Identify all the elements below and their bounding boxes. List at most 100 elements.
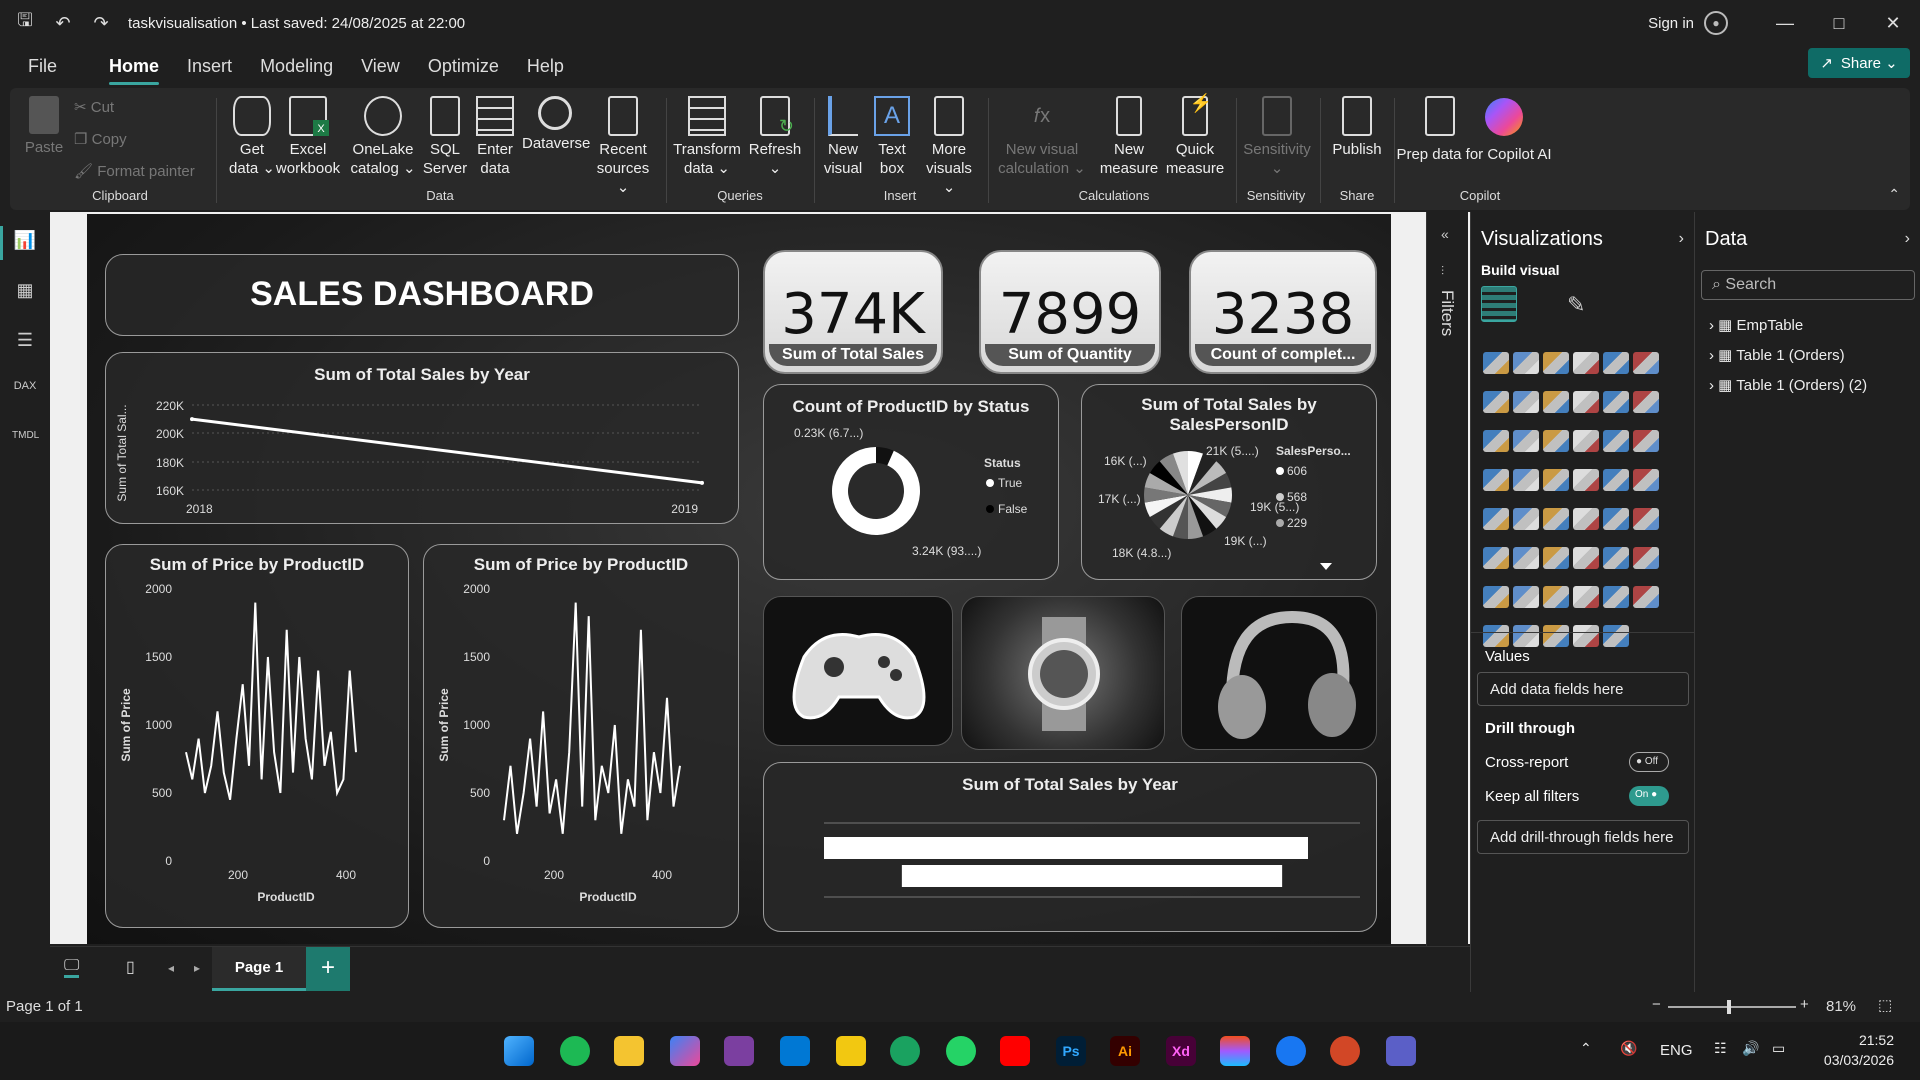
tmdl-view-icon[interactable]: TMDL [12, 430, 39, 456]
visual-type-icon[interactable] [1573, 586, 1599, 608]
visual-type-icon[interactable] [1483, 586, 1509, 608]
menu-insert[interactable]: Insert [187, 50, 232, 83]
user-icon[interactable]: ● [1704, 11, 1728, 35]
build-visual-icon[interactable] [1481, 286, 1517, 322]
menu-modeling[interactable]: Modeling [260, 50, 333, 83]
visual-type-icon[interactable] [1513, 391, 1539, 413]
visual-type-icon[interactable] [1513, 625, 1539, 647]
collapse-pane-icon[interactable]: › [1679, 230, 1684, 248]
dax-view-icon[interactable]: DAX [12, 380, 38, 406]
visual-type-icon[interactable] [1543, 508, 1569, 530]
mic-muted-icon[interactable]: 🔇 [1620, 1040, 1637, 1057]
visual-type-icon[interactable] [1483, 547, 1509, 569]
enter-data-button[interactable]: Enter data [472, 96, 518, 178]
keep-filters-toggle[interactable]: On ● [1629, 786, 1669, 806]
visual-type-icon[interactable] [1513, 469, 1539, 491]
teams-icon[interactable] [1386, 1036, 1416, 1066]
xd-icon[interactable]: Xd [1166, 1036, 1196, 1066]
visual-type-icon[interactable] [1483, 508, 1509, 530]
visual-type-icon[interactable] [1513, 547, 1539, 569]
menu-home[interactable]: Home [109, 50, 160, 85]
volume-icon[interactable]: 🔊 [1742, 1040, 1759, 1057]
kpi-card[interactable]: 374K Sum of Total Sales [763, 250, 943, 374]
visual-type-icon[interactable] [1513, 430, 1539, 452]
next-page-icon[interactable]: ▸ [194, 961, 200, 975]
transform-data-button[interactable]: Transform data ⌄ [672, 96, 742, 178]
status-donut-card[interactable]: Count of ProductID by Status 0.23K (6.7.… [763, 384, 1059, 580]
visual-type-icon[interactable] [1513, 508, 1539, 530]
figma-icon[interactable] [1220, 1036, 1250, 1066]
file-explorer-icon[interactable] [614, 1036, 644, 1066]
prep-data-copilot-button[interactable]: Prep data for Copilot AI [1394, 96, 1554, 164]
window-title[interactable]: taskvisualisation • Last saved: 24/08/20… [128, 15, 465, 32]
visual-type-icon[interactable] [1603, 547, 1629, 569]
salesperson-pie-card[interactable]: Sum of Total Sales by SalesPersonID 16K … [1081, 384, 1377, 580]
paste-button[interactable]: Paste [24, 96, 64, 157]
add-page-button[interactable]: + [306, 947, 350, 991]
prev-page-icon[interactable]: ◂ [168, 961, 174, 975]
search-input[interactable]: ⌕ Search [1701, 270, 1915, 300]
new-visual-calculation-button[interactable]: 𝑓x New visual calculation ⌄ [994, 96, 1090, 178]
visual-type-icon[interactable] [1483, 352, 1509, 374]
power-bi-icon[interactable] [836, 1036, 866, 1066]
spotify-icon[interactable] [560, 1036, 590, 1066]
format-visual-icon[interactable]: ✎ [1567, 292, 1585, 318]
visual-type-icon[interactable] [1633, 352, 1659, 374]
clock-date[interactable]: 03/03/2026 [1808, 1052, 1894, 1068]
quick-measure-button[interactable]: ⚡ Quick measure [1162, 94, 1228, 178]
start-icon[interactable] [504, 1036, 534, 1066]
model-view-icon[interactable]: ☰ [12, 330, 38, 356]
zoom-out-icon[interactable]: − [1652, 996, 1661, 1013]
table-view-icon[interactable]: ▦ [12, 280, 38, 306]
battery-icon[interactable]: ▭ [1772, 1040, 1785, 1057]
add-data-fields-well[interactable]: Add data fields here [1477, 672, 1689, 706]
photoshop-icon[interactable]: Ps [1056, 1036, 1086, 1066]
sql-server-button[interactable]: SQL Server [422, 96, 468, 178]
desktop-layout-icon[interactable]: 🖵 [64, 957, 80, 978]
zoom-in-icon[interactable]: + [1800, 996, 1809, 1013]
visual-type-icon[interactable] [1543, 430, 1569, 452]
save-icon[interactable]: 🖫 [12, 10, 38, 36]
cross-report-toggle[interactable]: ● Off [1629, 752, 1669, 772]
price-chart-card[interactable]: Sum of Price by ProductID 2000 1500 1000… [105, 544, 409, 928]
mobile-layout-icon[interactable]: ▯ [126, 957, 135, 977]
whatsapp-icon[interactable] [946, 1036, 976, 1066]
menu-view[interactable]: View [361, 50, 400, 83]
kpi-card[interactable]: 7899 Sum of Quantity [979, 250, 1161, 374]
visual-type-icon[interactable] [1483, 469, 1509, 491]
visual-type-icon[interactable] [1483, 391, 1509, 413]
new-measure-button[interactable]: New measure [1092, 96, 1166, 178]
report-view-icon[interactable]: 📊 [12, 230, 38, 256]
new-visual-button[interactable]: New visual [820, 96, 866, 178]
visual-type-icon[interactable] [1483, 430, 1509, 452]
visual-type-icon[interactable] [1543, 469, 1569, 491]
visual-type-icon[interactable] [1603, 625, 1629, 647]
sign-in-link[interactable]: Sign in [1648, 15, 1694, 32]
vscode-icon[interactable] [780, 1036, 810, 1066]
visual-type-icon[interactable] [1513, 586, 1539, 608]
visual-type-icon[interactable] [1633, 469, 1659, 491]
visual-type-icon[interactable] [1543, 625, 1569, 647]
chevron-up-icon[interactable]: ⌃ [1580, 1040, 1592, 1057]
visual-type-icon[interactable] [1633, 391, 1659, 413]
wifi-icon[interactable]: ☷ [1714, 1040, 1727, 1057]
filters-pane[interactable]: « ⫶ Filters [1426, 212, 1468, 946]
visual-type-icon[interactable] [1633, 508, 1659, 530]
visual-type-icon[interactable] [1483, 625, 1509, 647]
recent-sources-button[interactable]: Recent sources ⌄ [590, 96, 656, 197]
fit-to-page-icon[interactable]: ⬚ [1878, 996, 1892, 1014]
visual-type-icon[interactable] [1513, 352, 1539, 374]
visual-type-icon[interactable] [1543, 352, 1569, 374]
bar-chart-card[interactable]: Sum of Total Sales by Year [763, 762, 1377, 932]
visual-type-icon[interactable] [1603, 430, 1629, 452]
clock-time[interactable]: 21:52 [1822, 1032, 1894, 1048]
powerpoint-icon[interactable] [1330, 1036, 1360, 1066]
copilot-taskbar-icon[interactable] [670, 1036, 700, 1066]
visual-type-icon[interactable] [1633, 430, 1659, 452]
visual-type-icon[interactable] [1603, 391, 1629, 413]
visual-type-icon[interactable] [1603, 586, 1629, 608]
visual-type-icon[interactable] [1633, 547, 1659, 569]
text-box-button[interactable]: A Text box [870, 96, 914, 178]
close-icon[interactable]: ✕ [1866, 13, 1920, 34]
visual-type-icon[interactable] [1573, 508, 1599, 530]
